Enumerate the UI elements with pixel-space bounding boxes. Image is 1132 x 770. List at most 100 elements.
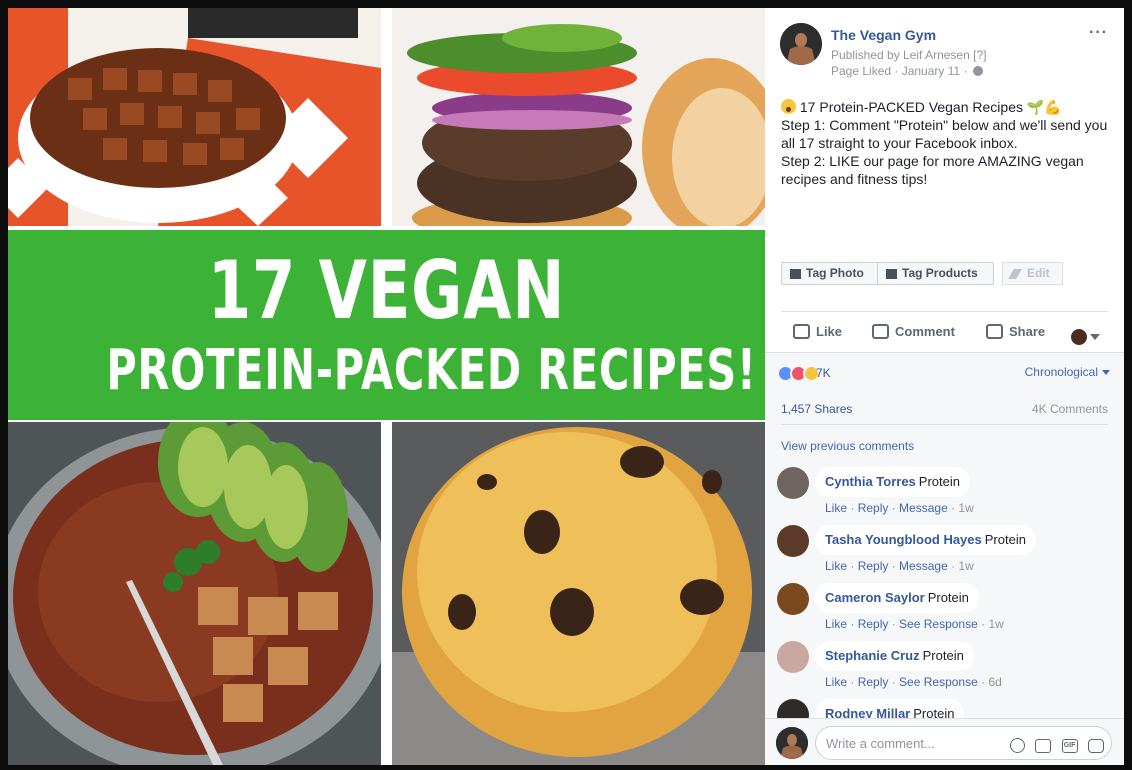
comment-message-link[interactable]: Message <box>899 559 948 573</box>
chevron-down-icon <box>1090 333 1100 340</box>
post-header: The Vegan Gym Published by Leif Arnesen … <box>765 8 1124 98</box>
comment-label: Comment <box>895 324 955 339</box>
avatar[interactable] <box>777 525 809 557</box>
published-help[interactable]: [?] <box>973 48 986 62</box>
comment-time[interactable]: 6d <box>988 675 1001 689</box>
like-label: Like <box>816 324 843 339</box>
tag-products-button[interactable]: Tag Products <box>877 262 994 285</box>
post-line-3: Step 2: LIKE our page for more AMAZING v… <box>781 153 1084 187</box>
avatar <box>776 727 808 759</box>
comment-like-link[interactable]: Like <box>825 559 847 573</box>
tag-products-label: Tag Products <box>902 266 978 280</box>
tofu-bowl-image <box>8 8 381 226</box>
like-button[interactable]: Like <box>793 320 842 344</box>
liked-date[interactable]: Page Liked · January 11 · <box>831 64 968 78</box>
published-by-text: Published by Leif Arnesen <box>831 48 970 62</box>
comment-sort-dropdown[interactable]: Chronological <box>1025 365 1110 379</box>
edit-button[interactable]: Edit <box>1002 262 1063 285</box>
acting-as-selector[interactable] <box>1071 324 1100 348</box>
commenter-name[interactable]: Cynthia Torres <box>825 474 916 489</box>
comment-reply-link[interactable]: Reply <box>858 617 889 631</box>
post-line-2: Step 1: Comment "Protein" below and we'l… <box>781 117 1108 151</box>
share-button[interactable]: Share <box>986 320 1045 344</box>
comment-time[interactable]: 1w <box>958 559 973 573</box>
view-previous-comments-link[interactable]: View previous comments <box>781 439 914 453</box>
published-by: Published by Leif Arnesen [?] <box>831 48 986 62</box>
see-response-link[interactable]: See Response <box>899 617 978 631</box>
see-response-link[interactable]: See Response <box>899 675 978 689</box>
comment-actions: Like · Reply · Message · 1w <box>825 501 974 515</box>
comment-actions: Like · Reply · See Response · 1w <box>825 617 1004 631</box>
shopping-bag-icon <box>886 269 897 279</box>
thumbs-up-icon <box>793 324 810 339</box>
comment-item: Cameron Saylor Protein Like · Reply · See… <box>777 583 1117 639</box>
comment-bubble: Stephanie Cruz Protein <box>815 641 974 671</box>
comment-reply-link[interactable]: Reply <box>858 559 889 573</box>
comment-item: Stephanie Cruz Protein Like · Reply · See… <box>777 641 1117 697</box>
gif-icon[interactable]: GIF <box>1061 738 1078 753</box>
comment-text: Protein <box>918 474 960 489</box>
comment-button[interactable]: Comment <box>872 320 955 344</box>
post-line-1: 17 Protein-PACKED Vegan Recipes 🌱💪 <box>781 98 1111 116</box>
comment-time[interactable]: 1w <box>958 501 973 515</box>
comment-like-link[interactable]: Like <box>825 617 847 631</box>
post-message: 17 Protein-PACKED Vegan Recipes 🌱💪 Step … <box>781 98 1111 188</box>
tag-photo-button[interactable]: Tag Photo <box>781 262 878 285</box>
share-arrow-icon <box>986 324 1003 339</box>
page-avatar[interactable] <box>780 23 822 65</box>
avatar[interactable] <box>777 583 809 615</box>
sticker-icon[interactable] <box>1088 738 1104 753</box>
post-actions: Like Comment Share <box>781 320 1112 345</box>
commenter-name[interactable]: Tasha Youngblood Hayes <box>825 532 982 547</box>
chocolate-chip-muffin-image <box>392 422 765 765</box>
pencil-icon <box>1008 269 1022 279</box>
comment-text: Protein <box>922 648 964 663</box>
globe-icon <box>972 66 983 76</box>
comment-like-link[interactable]: Like <box>825 675 847 689</box>
comments-section: 7K Chronological 1,457 Shares 4K Comment… <box>765 352 1124 765</box>
headline-banner: 17 VEGAN PROTEIN-PACKED RECIPES! <box>8 230 765 420</box>
lentil-bowl-image <box>8 422 381 765</box>
divider <box>781 424 1108 425</box>
headline-line2: PROTEIN-PACKED RECIPES! <box>106 338 757 403</box>
veggie-burger-image <box>392 8 765 226</box>
sort-label: Chronological <box>1024 365 1098 379</box>
comment-bubble: Cameron Saylor Protein <box>815 583 979 613</box>
comment-reply-link[interactable]: Reply <box>858 675 889 689</box>
comment-bubble: Tasha Youngblood Hayes Protein <box>815 525 1036 555</box>
commenter-name[interactable]: Stephanie Cruz <box>825 648 920 663</box>
edit-label: Edit <box>1027 266 1050 280</box>
commenter-name[interactable]: Cameron Saylor <box>825 590 925 605</box>
post-line-1-text: 17 Protein-PACKED Vegan Recipes 🌱💪 <box>796 99 1062 115</box>
comment-actions: Like · Reply · See Response · 6d <box>825 675 1002 689</box>
comment-text: Protein <box>984 532 1026 547</box>
comment-item: Cynthia Torres Protein Like · Reply · Mes… <box>777 467 1117 523</box>
camera-icon[interactable] <box>1035 738 1052 753</box>
comment-bubble: Cynthia Torres Protein <box>815 467 970 497</box>
avatar[interactable] <box>777 641 809 673</box>
share-label: Share <box>1009 324 1046 339</box>
chevron-down-icon <box>1102 370 1110 376</box>
avatar[interactable] <box>777 467 809 499</box>
reaction-count[interactable]: 7K <box>816 366 831 380</box>
headline-line1: 17 VEGAN <box>207 244 566 337</box>
more-options-icon[interactable]: ··· <box>1089 24 1108 42</box>
post-panel: The Vegan Gym Published by Leif Arnesen … <box>765 8 1124 765</box>
tag-icon <box>790 269 801 279</box>
shares-count[interactable]: 1,457 Shares <box>781 402 852 416</box>
comment-actions: Like · Reply · Message · 1w <box>825 559 974 573</box>
divider <box>781 311 1108 312</box>
post-photo[interactable]: 17 VEGAN PROTEIN-PACKED RECIPES! <box>8 8 765 765</box>
surprised-emoji-icon <box>781 99 796 114</box>
viewer-avatar <box>1071 328 1087 345</box>
composer-icons: GIF <box>1004 737 1104 754</box>
comment-text: Protein <box>927 590 969 605</box>
emoji-icon[interactable] <box>1009 738 1025 754</box>
comment-like-link[interactable]: Like <box>825 501 847 515</box>
comment-reply-link[interactable]: Reply <box>858 501 889 515</box>
comments-count[interactable]: 4K Comments <box>1032 402 1108 416</box>
speech-bubble-icon <box>872 324 889 339</box>
comment-message-link[interactable]: Message <box>899 501 948 515</box>
page-name-link[interactable]: The Vegan Gym <box>831 27 936 43</box>
comment-time[interactable]: 1w <box>988 617 1003 631</box>
